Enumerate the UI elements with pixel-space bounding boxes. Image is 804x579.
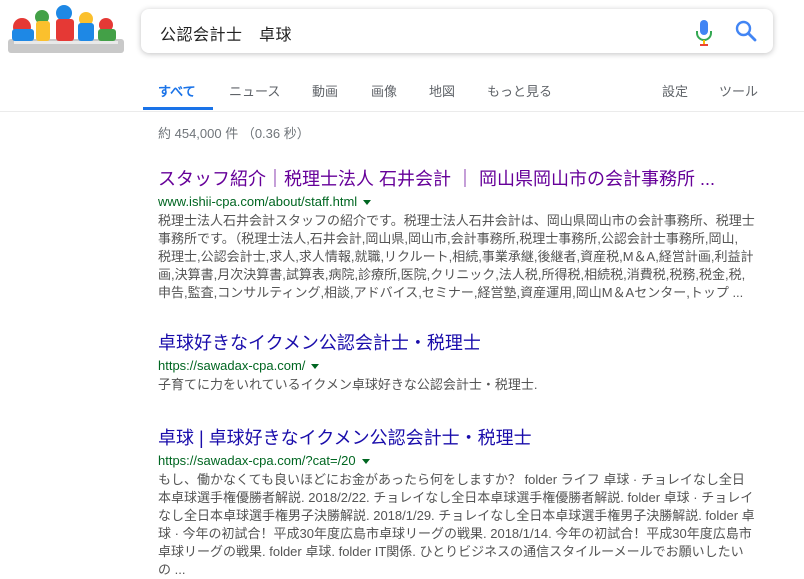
header: 公認会計士 卓球 すべて ニュース 動画 画像 地図 もっと見る 設定 ツール [0, 0, 804, 112]
tab-tools[interactable]: ツール [719, 81, 758, 100]
result-snippet: もし、働かなくても良いほどにお金があったら何をしますか？ folder ライフ … [158, 471, 758, 579]
tab-images[interactable]: 画像 [371, 81, 397, 100]
tab-videos[interactable]: 動画 [312, 81, 338, 100]
snippet-line: 税理士法人石井会計スタッフの紹介です。税理士法人石井会計は、岡山県岡山市の会計事… [158, 213, 755, 228]
tab-more[interactable]: もっと見る [487, 81, 552, 100]
result-snippet: 子育てに力をいれているイクメン卓球好きな公認会計士・税理士. [158, 376, 758, 394]
search-icon[interactable] [734, 19, 758, 43]
dropdown-caret-icon[interactable] [311, 364, 320, 370]
result-url: www.ishii-cpa.com/about/staff.html [158, 193, 758, 211]
snippet-line: 球 · 今年の初試合！平成30年度広島市卓球リーグの戦果. 2018/1/14.… [158, 526, 752, 541]
tab-maps[interactable]: 地図 [429, 81, 455, 100]
result-url-text: https://sawadax-cpa.com/?cat=/20 [158, 453, 356, 468]
result-url-text: https://sawadax-cpa.com/ [158, 358, 306, 373]
result-title-link[interactable]: 卓球好きなイクメン公認会計士・税理士 [158, 331, 758, 355]
snippet-line: 画,決算書,月次決算書,試算表,病院,診療所,医院,クリニック,法人税,所得税,… [158, 267, 746, 282]
snippet-line: もし、働かなくても良いほどにお金があったら何をしますか？ folder ライフ … [158, 472, 745, 487]
microphone-icon[interactable] [692, 19, 716, 47]
search-result: スタッフ紹介｜税理士法人 石井会計 ｜ 岡山県岡山市の会計事務所 ... www… [158, 167, 758, 302]
search-tabs: すべて ニュース 動画 画像 地図 もっと見る 設定 ツール [0, 80, 804, 111]
dropdown-caret-icon[interactable] [361, 459, 370, 465]
tab-all[interactable]: すべて [158, 81, 196, 100]
result-url: https://sawadax-cpa.com/?cat=/20 [158, 452, 758, 470]
result-snippet: 税理士法人石井会計スタッフの紹介です。税理士法人石井会計は、岡山県岡山市の会計事… [158, 212, 758, 302]
dropdown-caret-icon[interactable] [363, 200, 372, 206]
result-url-text: www.ishii-cpa.com/about/staff.html [158, 194, 358, 209]
result-title-link[interactable]: 卓球 | 卓球好きなイクメン公認会計士・税理士 [158, 426, 758, 450]
snippet-line: なし全日本卓球選手権男子決勝解説. 2018/1/29. チョレイなし全日本卓球… [158, 508, 755, 523]
search-box[interactable]: 公認会計士 卓球 [141, 9, 773, 53]
snippet-line: の ... [158, 562, 186, 577]
snippet-line: 申告,監査,コンサルティング,相談,アドバイス,セミナー,経営塾,資産運用,岡山… [158, 285, 744, 300]
result-url: https://sawadax-cpa.com/ [158, 357, 758, 375]
snippet-line: 事務所です。（税理士法人,石井会計,岡山県,岡山市,会計事務所,税理士事務所,公… [158, 231, 739, 246]
result-stats: 約 454,000 件 （0.36 秒） [158, 126, 310, 141]
tab-settings[interactable]: 設定 [662, 81, 688, 100]
snippet-line: 子育てに力をいれているイクメン卓球好きな公認会計士・税理士. [158, 377, 538, 392]
result-title-link[interactable]: スタッフ紹介｜税理士法人 石井会計 ｜ 岡山県岡山市の会計事務所 ... [158, 167, 758, 191]
search-result: 卓球好きなイクメン公認会計士・税理士 https://sawadax-cpa.c… [158, 331, 758, 394]
search-result: 卓球 | 卓球好きなイクメン公認会計士・税理士 https://sawadax-… [158, 426, 758, 579]
active-tab-indicator [143, 107, 213, 110]
snippet-line: 税理士,公認会計士,求人,求人情報,就職,リクルート,相続,事業承継,後継者,資… [158, 249, 754, 264]
snippet-line: 本卓球選手権優勝者解説. 2018/2/22. チョレイなし全日本卓球選手権優勝… [158, 490, 754, 505]
tab-news[interactable]: ニュース [229, 81, 280, 100]
google-doodle-logo[interactable] [6, 3, 126, 57]
snippet-line: 卓球リーグの戦果. folder 卓球. folder IT関係. ひとりビジネ… [158, 544, 744, 559]
search-input[interactable]: 公認会計士 卓球 [160, 21, 292, 45]
